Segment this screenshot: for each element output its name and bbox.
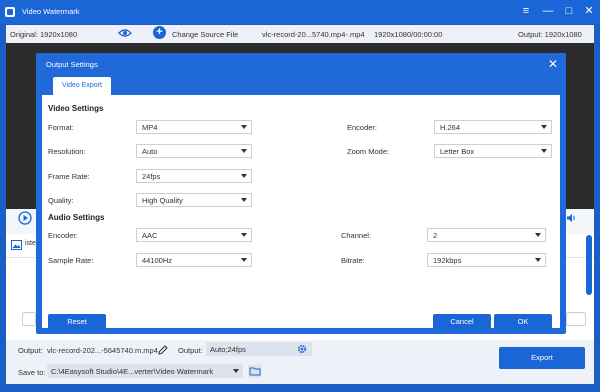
app-logo-icon (5, 7, 15, 17)
zoom-mode-dropdown[interactable]: Letter Box (434, 144, 552, 158)
eye-icon[interactable] (118, 28, 132, 38)
sample-rate-label: Sample Rate: (48, 256, 94, 265)
audio-encoder-dropdown[interactable]: AAC (136, 228, 252, 242)
audio-encoder-value: AAC (142, 231, 158, 240)
output-format-value: Auto;24fps (210, 345, 246, 354)
title-bar: Video Watermark ≡ — □ ✕ (0, 0, 600, 24)
chevron-down-icon (541, 149, 547, 153)
audio-settings-heading: Audio Settings (48, 213, 105, 222)
resolution-value: Auto (142, 147, 158, 156)
zoom-mode-label: Zoom Mode: (347, 147, 390, 156)
format-value: MP4 (142, 123, 158, 132)
volume-icon[interactable] (566, 213, 576, 223)
frame-rate-label: Frame Rate: (48, 172, 90, 181)
chevron-down-icon (241, 198, 247, 202)
ok-button[interactable]: OK (494, 314, 552, 329)
window-title: Video Watermark (22, 7, 80, 16)
output-format-label: Output: (178, 346, 203, 355)
save-path-value: C:\4Easysoft Studio\4E...verter\Video Wa… (51, 367, 214, 376)
settings-gear-icon[interactable] (297, 344, 307, 354)
format-dropdown[interactable]: MP4 (136, 120, 252, 134)
original-resolution: Original: 1920x1080 (10, 30, 78, 39)
cancel-button[interactable]: Cancel (433, 314, 491, 329)
chevron-down-icon (241, 125, 247, 129)
play-icon[interactable] (18, 211, 32, 225)
tab-video-export[interactable]: Video Export (53, 77, 111, 95)
output-settings-dialog: Output Settings ✕ Video Export Video Set… (36, 53, 566, 334)
chevron-down-icon (233, 369, 239, 373)
add-source-icon[interactable]: + (153, 26, 166, 39)
image-icon[interactable] (11, 240, 22, 250)
output-file-name: vlc-record-202...-5645740.m.mp4 (47, 346, 158, 355)
folder-icon[interactable] (248, 364, 262, 378)
chevron-down-icon (541, 125, 547, 129)
bitrate-label: Bitrate: (341, 256, 365, 265)
audio-encoder-label: Encoder: (48, 231, 79, 240)
right-control-button[interactable] (566, 312, 586, 326)
quality-value: High Quality (142, 196, 183, 205)
quality-label: Quality: (48, 196, 74, 205)
channel-dropdown[interactable]: 2 (427, 228, 546, 242)
bitrate-value: 192kbps (433, 256, 462, 265)
video-encoder-label: Encoder: (347, 123, 378, 132)
source-file-name: vlc-record-20...5740.mp4-.mp4 (262, 30, 365, 39)
video-encoder-dropdown[interactable]: H.264 (434, 120, 552, 134)
sample-rate-dropdown[interactable]: 44100Hz (136, 253, 252, 267)
sample-rate-value: 44100Hz (142, 256, 173, 265)
edit-pencil-icon[interactable] (158, 345, 168, 355)
change-source-button[interactable]: Change Source File (172, 30, 238, 39)
bitrate-dropdown[interactable]: 192kbps (427, 253, 546, 267)
video-settings-heading: Video Settings (48, 104, 104, 113)
chevron-down-icon (241, 258, 247, 262)
chevron-down-icon (241, 233, 247, 237)
export-button[interactable]: Export (499, 347, 585, 369)
dialog-title: Output Settings (46, 60, 98, 69)
chevron-down-icon (241, 174, 247, 178)
scrollbar[interactable] (586, 235, 592, 295)
save-path-field[interactable]: C:\4Easysoft Studio\4E...verter\Video Wa… (47, 364, 243, 378)
reset-button[interactable]: Reset (48, 314, 106, 329)
dialog-close-icon[interactable]: ✕ (548, 57, 558, 71)
side-tab-label[interactable]: iste (25, 240, 36, 247)
format-label: Format: (48, 123, 74, 132)
save-to-label: Save to: (18, 368, 46, 377)
menu-icon[interactable]: ≡ (519, 4, 533, 18)
resolution-label: Resolution: (48, 147, 86, 156)
output-resolution: Output: 1920x1080 (518, 30, 582, 39)
output-file-label: Output: (18, 346, 43, 355)
left-control-button[interactable] (22, 312, 36, 326)
zoom-mode-value: Letter Box (440, 147, 475, 156)
channel-label: Channel: (341, 231, 372, 240)
close-window-icon[interactable]: ✕ (582, 4, 596, 18)
resolution-dropdown[interactable]: Auto (136, 144, 252, 158)
channel-value: 2 (433, 231, 438, 240)
chevron-down-icon (241, 149, 247, 153)
maximize-icon[interactable]: □ (562, 4, 576, 18)
frame-rate-dropdown[interactable]: 24fps (136, 169, 252, 183)
quality-dropdown[interactable]: High Quality (136, 193, 252, 207)
top-toolbar: Original: 1920x1080 + Change Source File… (6, 25, 594, 43)
minimize-icon[interactable]: — (541, 4, 555, 18)
video-encoder-value: H.264 (440, 123, 461, 132)
source-resolution-time: 1920x1080/00:00:00 (374, 30, 443, 39)
frame-rate-value: 24fps (142, 172, 161, 181)
chevron-down-icon (535, 258, 541, 262)
chevron-down-icon (535, 233, 541, 237)
